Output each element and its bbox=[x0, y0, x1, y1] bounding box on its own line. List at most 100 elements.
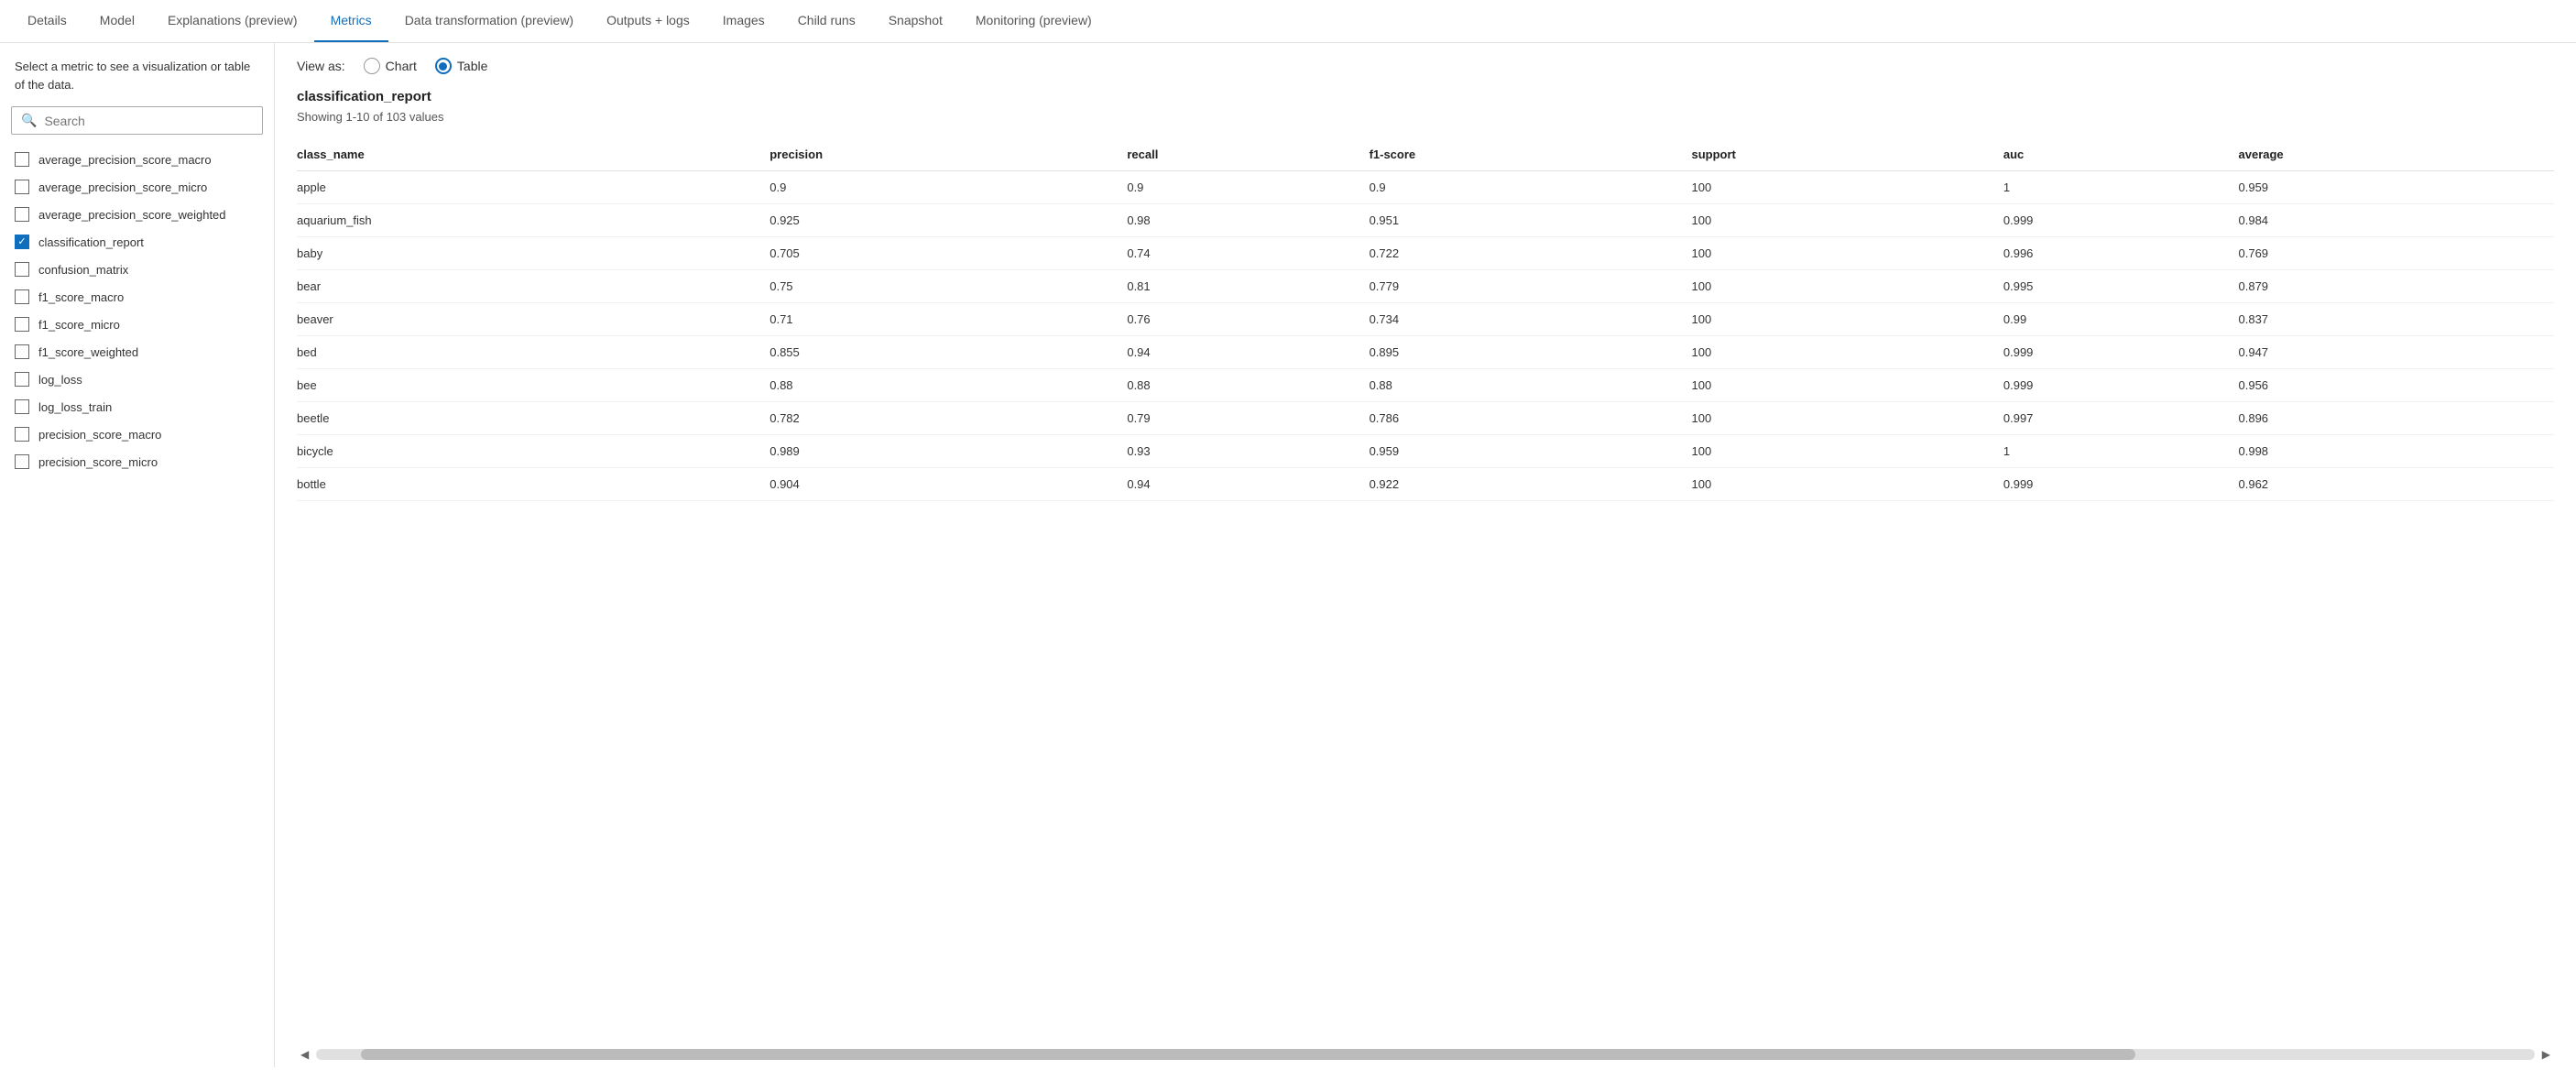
table-row: bear0.750.810.7791000.9950.879 bbox=[297, 270, 2554, 303]
cell-precision-row0: 0.9 bbox=[770, 171, 1127, 204]
metric-label-log_loss_train: log_loss_train bbox=[38, 400, 112, 414]
hscroll-wrapper: ◀ ▶ bbox=[275, 1042, 2576, 1067]
tab-child-runs[interactable]: Child runs bbox=[781, 0, 872, 42]
tab-metrics[interactable]: Metrics bbox=[314, 0, 388, 42]
metric-label-log_loss: log_loss bbox=[38, 373, 82, 387]
metric-checkbox-precision_score_macro[interactable] bbox=[15, 427, 29, 442]
cell-average-row1: 0.984 bbox=[2239, 204, 2555, 237]
table-title: classification_report bbox=[297, 89, 2554, 104]
cell-auc-row3: 0.995 bbox=[2003, 270, 2239, 303]
sidebar: Select a metric to see a visualization o… bbox=[0, 43, 275, 1067]
table-header: class_name precision recall f1-score sup… bbox=[297, 138, 2554, 171]
tab-data-transformation[interactable]: Data transformation (preview) bbox=[388, 0, 590, 42]
table-radio-circle[interactable] bbox=[435, 58, 452, 74]
metric-item-avg_precision_macro[interactable]: average_precision_score_macro bbox=[0, 146, 274, 173]
metrics-list: average_precision_score_macro average_pre… bbox=[0, 146, 274, 1053]
chart-radio-option[interactable]: Chart bbox=[364, 58, 417, 74]
tab-explanations[interactable]: Explanations (preview) bbox=[151, 0, 314, 42]
cell-f1score-row0: 0.9 bbox=[1370, 171, 1692, 204]
metric-checkbox-avg_precision_micro[interactable] bbox=[15, 180, 29, 194]
cell-f1score-row9: 0.922 bbox=[1370, 468, 1692, 501]
metric-checkbox-log_loss_train[interactable] bbox=[15, 399, 29, 414]
table-row: baby0.7050.740.7221000.9960.769 bbox=[297, 237, 2554, 270]
cell-precision-row9: 0.904 bbox=[770, 468, 1127, 501]
metric-item-avg_precision_micro[interactable]: average_precision_score_micro bbox=[0, 173, 274, 201]
metric-item-log_loss[interactable]: log_loss bbox=[0, 366, 274, 393]
metric-item-precision_score_macro[interactable]: precision_score_macro bbox=[0, 420, 274, 448]
table-row: bed0.8550.940.8951000.9990.947 bbox=[297, 336, 2554, 369]
cell-average-row9: 0.962 bbox=[2239, 468, 2555, 501]
tab-model[interactable]: Model bbox=[83, 0, 151, 42]
metric-checkbox-f1_score_micro[interactable] bbox=[15, 317, 29, 332]
table-row: bicycle0.9890.930.95910010.998 bbox=[297, 435, 2554, 468]
metric-checkbox-f1_score_macro[interactable] bbox=[15, 289, 29, 304]
cell-recall-row8: 0.93 bbox=[1127, 435, 1369, 468]
search-icon: 🔍 bbox=[21, 113, 37, 128]
metric-item-classification_report[interactable]: classification_report bbox=[0, 228, 274, 256]
metric-item-f1_score_micro[interactable]: f1_score_micro bbox=[0, 311, 274, 338]
metric-item-f1_score_macro[interactable]: f1_score_macro bbox=[0, 283, 274, 311]
cell-class-name-row8: bicycle bbox=[297, 435, 770, 468]
metric-checkbox-avg_precision_macro[interactable] bbox=[15, 152, 29, 167]
content-area: View as: Chart Table classification_repo… bbox=[275, 43, 2576, 1067]
cell-f1score-row1: 0.951 bbox=[1370, 204, 1692, 237]
metric-item-log_loss_train[interactable]: log_loss_train bbox=[0, 393, 274, 420]
search-box[interactable]: 🔍 bbox=[11, 106, 263, 135]
cell-average-row5: 0.947 bbox=[2239, 336, 2555, 369]
table-row: aquarium_fish0.9250.980.9511000.9990.984 bbox=[297, 204, 2554, 237]
metric-item-avg_precision_weighted[interactable]: average_precision_score_weighted bbox=[0, 201, 274, 228]
cell-average-row2: 0.769 bbox=[2239, 237, 2555, 270]
cell-precision-row7: 0.782 bbox=[770, 402, 1127, 435]
search-input[interactable] bbox=[44, 114, 253, 128]
top-navigation: DetailsModelExplanations (preview)Metric… bbox=[0, 0, 2576, 43]
table-body: apple0.90.90.910010.959aquarium_fish0.92… bbox=[297, 171, 2554, 501]
cell-f1score-row4: 0.734 bbox=[1370, 303, 1692, 336]
cell-auc-row6: 0.999 bbox=[2003, 369, 2239, 402]
metric-label-classification_report: classification_report bbox=[38, 235, 144, 249]
cell-auc-row7: 0.997 bbox=[2003, 402, 2239, 435]
cell-auc-row5: 0.999 bbox=[2003, 336, 2239, 369]
chart-radio-circle[interactable] bbox=[364, 58, 380, 74]
chart-radio-label: Chart bbox=[386, 59, 417, 73]
metric-checkbox-log_loss[interactable] bbox=[15, 372, 29, 387]
tab-details[interactable]: Details bbox=[11, 0, 83, 42]
cell-f1score-row6: 0.88 bbox=[1370, 369, 1692, 402]
cell-auc-row9: 0.999 bbox=[2003, 468, 2239, 501]
metric-checkbox-precision_score_micro[interactable] bbox=[15, 454, 29, 469]
cell-precision-row5: 0.855 bbox=[770, 336, 1127, 369]
metric-checkbox-classification_report[interactable] bbox=[15, 235, 29, 249]
metric-checkbox-f1_score_weighted[interactable] bbox=[15, 344, 29, 359]
tab-snapshot[interactable]: Snapshot bbox=[872, 0, 959, 42]
sidebar-description: Select a metric to see a visualization o… bbox=[0, 58, 274, 106]
metric-item-precision_score_micro[interactable]: precision_score_micro bbox=[0, 448, 274, 475]
scroll-left-arrow[interactable]: ◀ bbox=[297, 1046, 312, 1063]
cell-average-row0: 0.959 bbox=[2239, 171, 2555, 204]
metric-item-f1_score_weighted[interactable]: f1_score_weighted bbox=[0, 338, 274, 366]
view-as-label: View as: bbox=[297, 59, 345, 73]
metric-checkbox-confusion_matrix[interactable] bbox=[15, 262, 29, 277]
cell-precision-row2: 0.705 bbox=[770, 237, 1127, 270]
cell-recall-row0: 0.9 bbox=[1127, 171, 1369, 204]
metric-item-confusion_matrix[interactable]: confusion_matrix bbox=[0, 256, 274, 283]
scroll-right-arrow[interactable]: ▶ bbox=[2538, 1046, 2554, 1063]
cell-f1score-row8: 0.959 bbox=[1370, 435, 1692, 468]
tab-images[interactable]: Images bbox=[706, 0, 781, 42]
tab-outputs-logs[interactable]: Outputs + logs bbox=[590, 0, 706, 42]
tab-monitoring[interactable]: Monitoring (preview) bbox=[959, 0, 1108, 42]
metric-checkbox-avg_precision_weighted[interactable] bbox=[15, 207, 29, 222]
hscroll-bar[interactable] bbox=[316, 1049, 2535, 1060]
hscroll-thumb[interactable] bbox=[361, 1049, 2135, 1060]
cell-average-row7: 0.896 bbox=[2239, 402, 2555, 435]
cell-f1score-row7: 0.786 bbox=[1370, 402, 1692, 435]
cell-average-row6: 0.956 bbox=[2239, 369, 2555, 402]
table-radio-label: Table bbox=[457, 59, 487, 73]
cell-recall-row2: 0.74 bbox=[1127, 237, 1369, 270]
metric-label-avg_precision_micro: average_precision_score_micro bbox=[38, 180, 207, 194]
cell-class-name-row3: bear bbox=[297, 270, 770, 303]
table-row: bottle0.9040.940.9221000.9990.962 bbox=[297, 468, 2554, 501]
table-radio-option[interactable]: Table bbox=[435, 58, 487, 74]
cell-average-row3: 0.879 bbox=[2239, 270, 2555, 303]
cell-recall-row5: 0.94 bbox=[1127, 336, 1369, 369]
metric-label-avg_precision_weighted: average_precision_score_weighted bbox=[38, 208, 226, 222]
col-recall: recall bbox=[1127, 138, 1369, 171]
